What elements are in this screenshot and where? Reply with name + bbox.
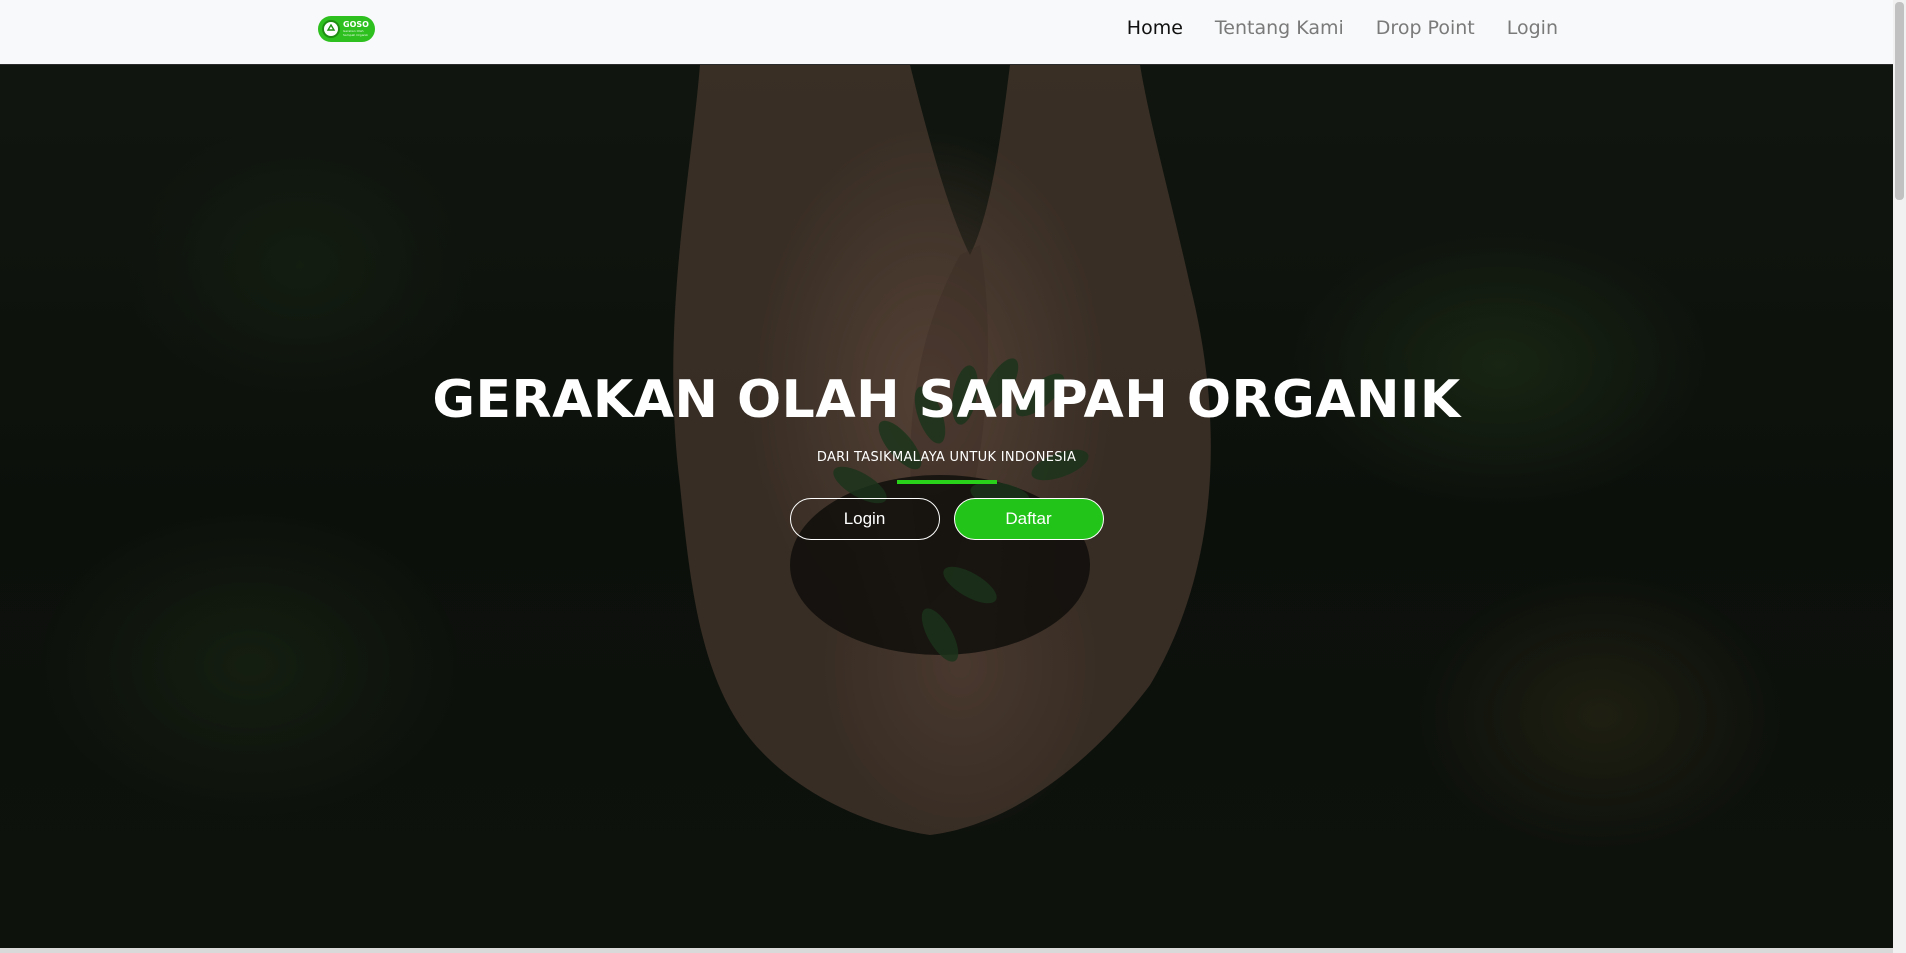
- page: GOSO Gerakan Olah Sampah Organik Home Te…: [0, 0, 1906, 953]
- main-nav: Home Tentang Kami Drop Point Login: [1127, 17, 1558, 39]
- logo-text: GOSO Gerakan Olah Sampah Organik: [343, 21, 369, 37]
- hero-divider: [896, 480, 997, 484]
- nav-home[interactable]: Home: [1127, 17, 1183, 39]
- hero-buttons: Login Daftar: [0, 498, 1893, 540]
- recycle-icon: [322, 20, 340, 38]
- hero-subtitle: DARI TASIKMALAYA UNTUK INDONESIA: [816, 450, 1077, 465]
- hero-content: GERAKAN OLAH SAMPAH ORGANIK DARI TASIKMA…: [0, 370, 1893, 540]
- logo[interactable]: GOSO Gerakan Olah Sampah Organik: [318, 16, 375, 42]
- logo-tagline-2: Sampah Organik: [343, 33, 369, 37]
- logo-name: GOSO: [343, 20, 369, 29]
- page-scrollbar[interactable]: [1893, 0, 1906, 953]
- scrollbar-thumb[interactable]: [1895, 2, 1904, 200]
- nav-drop-point[interactable]: Drop Point: [1376, 17, 1475, 39]
- hero-title: GERAKAN OLAH SAMPAH ORGANIK: [432, 370, 1461, 430]
- nav-login[interactable]: Login: [1507, 17, 1558, 39]
- hero-section: GERAKAN OLAH SAMPAH ORGANIK DARI TASIKMA…: [0, 65, 1893, 948]
- bottom-strip: [0, 948, 1893, 953]
- daftar-button[interactable]: Daftar: [953, 498, 1104, 540]
- login-button[interactable]: Login: [789, 498, 940, 540]
- nav-tentang-kami[interactable]: Tentang Kami: [1215, 17, 1344, 39]
- navbar: GOSO Gerakan Olah Sampah Organik Home Te…: [0, 0, 1893, 65]
